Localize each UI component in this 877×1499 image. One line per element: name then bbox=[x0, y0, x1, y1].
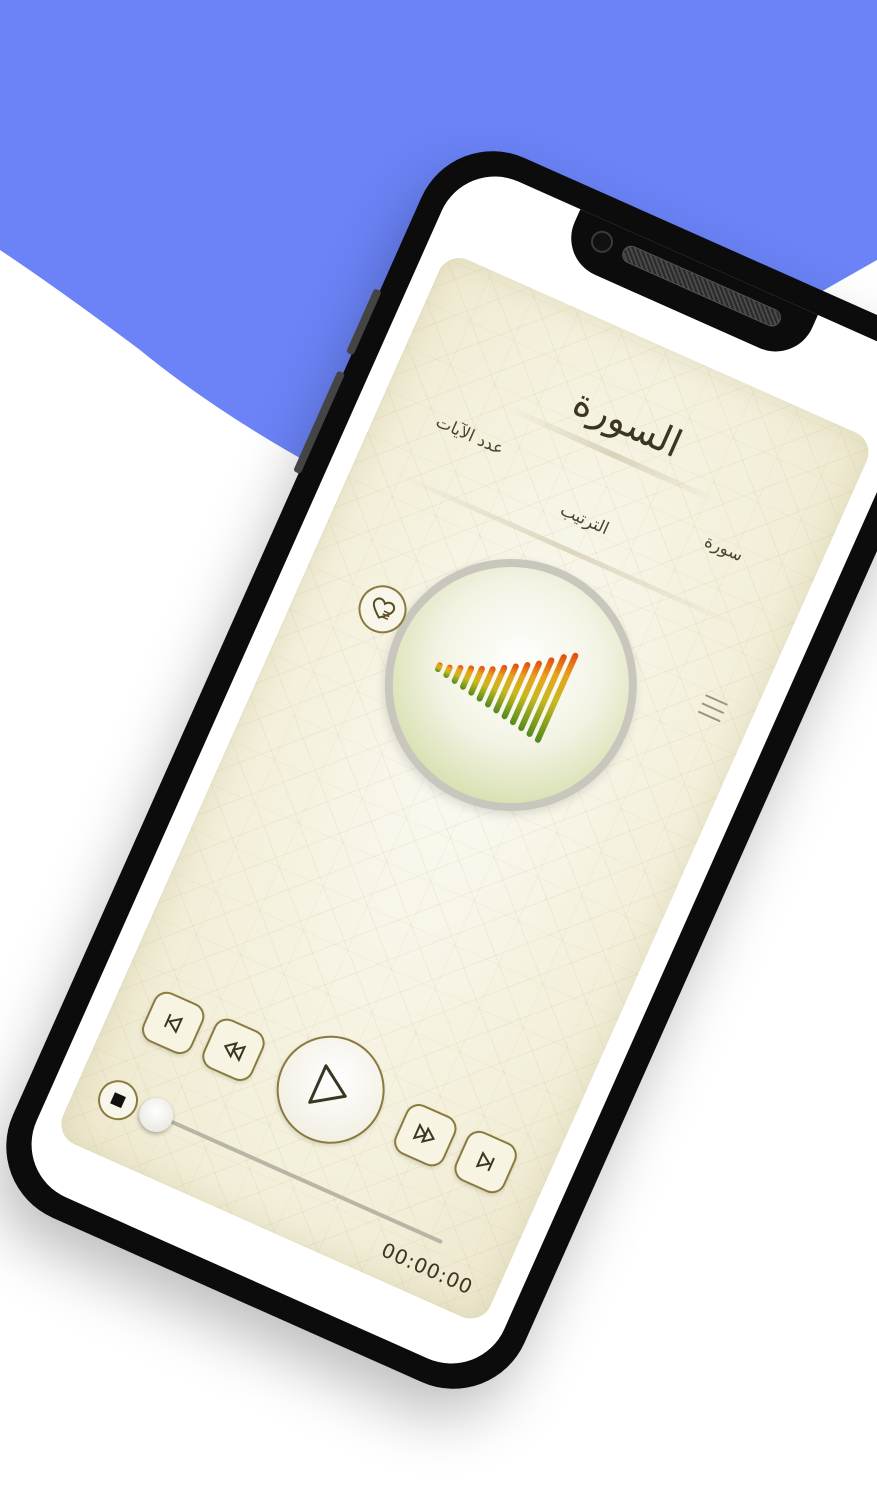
surah-label: سورة bbox=[701, 531, 747, 567]
order-label: الترتيب bbox=[557, 500, 612, 540]
ayah-count-label: عدد الآيات bbox=[432, 411, 507, 460]
fast-forward-icon bbox=[412, 1122, 436, 1144]
rewind-button[interactable] bbox=[197, 1014, 270, 1086]
skip-last-icon bbox=[475, 1151, 495, 1172]
play-button[interactable] bbox=[259, 1018, 402, 1162]
front-camera bbox=[587, 227, 617, 257]
rewind-icon bbox=[223, 1041, 247, 1063]
stop-icon bbox=[110, 1092, 126, 1109]
heart-list-icon bbox=[372, 597, 396, 621]
audio-levels-icon bbox=[435, 652, 579, 743]
seek-knob[interactable] bbox=[133, 1092, 179, 1138]
stop-button[interactable] bbox=[91, 1073, 145, 1127]
fast-forward-button[interactable] bbox=[389, 1099, 461, 1171]
skip-first-icon bbox=[163, 1013, 184, 1034]
menu-icon[interactable] bbox=[697, 694, 728, 723]
play-icon bbox=[308, 1064, 347, 1104]
skip-first-button[interactable] bbox=[137, 987, 209, 1059]
elapsed-time: 00:00:00 bbox=[377, 1237, 477, 1300]
skip-last-button[interactable] bbox=[449, 1126, 522, 1198]
